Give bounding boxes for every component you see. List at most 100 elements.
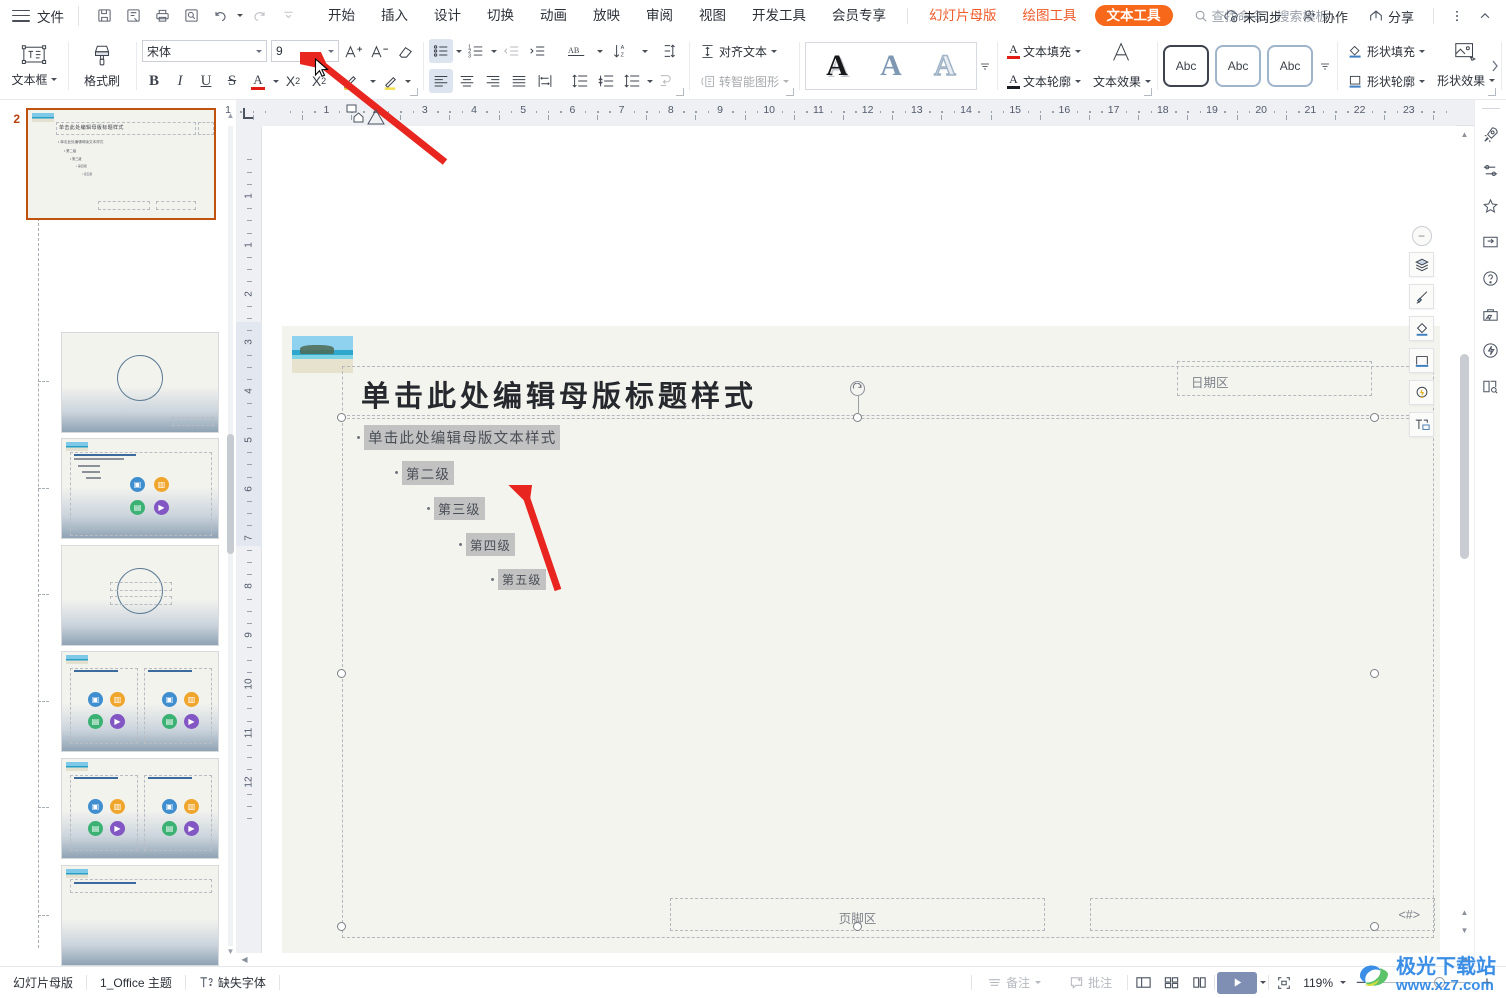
tab-transition[interactable]: 切换	[474, 0, 527, 32]
align-justify-icon[interactable]	[507, 69, 531, 93]
row-spacing-dropdown-icon[interactable]	[647, 79, 653, 83]
superscript-button[interactable]: X2	[281, 69, 305, 93]
shape-gallery-more-icon[interactable]	[1319, 42, 1331, 90]
tab-stop-selector[interactable]	[236, 100, 260, 126]
shape-style-2[interactable]: Abc	[1215, 45, 1262, 87]
tab-view[interactable]: 视图	[686, 0, 739, 32]
share-button[interactable]: 分享	[1359, 0, 1423, 32]
toolbox-icon[interactable]	[1478, 301, 1504, 327]
row-spacing-icon[interactable]	[620, 69, 644, 93]
bullet-level-2[interactable]: • 第二级	[391, 461, 455, 485]
normal-view-icon[interactable]	[1130, 971, 1156, 995]
reading-view-icon[interactable]	[1186, 971, 1212, 995]
zoom-level[interactable]: 119%	[1299, 976, 1337, 990]
text-direction-icon[interactable]: AB	[560, 39, 594, 63]
tab-review[interactable]: 审阅	[633, 0, 686, 32]
thumbnail-item-1[interactable]: 2 单击此处编辑母版标题样式 • 单击此处编辑母版文本样式 • 第二级 • 第三…	[0, 108, 216, 220]
tab-animation[interactable]: 动画	[527, 0, 580, 32]
bullet-list-icon[interactable]	[429, 39, 453, 63]
bullet-level-4[interactable]: • 第四级	[455, 533, 516, 556]
strikethrough-button[interactable]: S	[220, 69, 244, 93]
zoom-dropdown-icon[interactable]	[1340, 981, 1346, 984]
tab-text-tools[interactable]: 文本工具	[1094, 5, 1173, 26]
text-outline-button[interactable]: A 文本轮廓	[1003, 68, 1085, 94]
pen-dropdown-icon[interactable]	[370, 79, 376, 83]
grow-font-button[interactable]	[341, 39, 365, 63]
shape-effects-icon[interactable]	[1452, 39, 1480, 65]
print-icon[interactable]	[149, 4, 175, 28]
wordart-gallery[interactable]: A A A	[805, 42, 978, 90]
thumbnail-item-2[interactable]	[61, 332, 219, 433]
increase-indent-icon[interactable]	[525, 39, 549, 63]
resize-handle-tc[interactable]	[853, 413, 862, 422]
hanging-indent-marker[interactable]	[353, 112, 364, 126]
comments-button[interactable]: 批注	[1056, 974, 1125, 991]
scroll-right-icon[interactable]: ▶	[1459, 953, 1472, 966]
undo-dropdown-icon[interactable]	[237, 14, 243, 17]
scroll-thumb[interactable]	[1460, 354, 1469, 559]
sort-dropdown-icon[interactable]	[642, 49, 648, 53]
tab-drawing-tools[interactable]: 绘图工具	[1010, 0, 1090, 32]
tab-start[interactable]: 开始	[315, 0, 368, 32]
ribbon-expand-more[interactable]	[1488, 32, 1502, 100]
underline-button[interactable]: U	[194, 69, 218, 93]
font-color-button[interactable]: A	[246, 69, 270, 93]
notes-button[interactable]: 备注	[974, 974, 1054, 991]
chevron-down-icon[interactable]	[1419, 79, 1426, 83]
customize-quick-access-icon[interactable]	[275, 4, 301, 28]
format-painter-button[interactable]: 格式刷	[74, 36, 130, 96]
shape-style-1[interactable]: Abc	[1163, 45, 1210, 87]
more-vertical-icon[interactable]	[1444, 4, 1470, 28]
thumbnail-item-6[interactable]: ▣ ▥ ▤ ▶ ▣ ▥ ▤ ▶	[61, 758, 219, 859]
decrease-indent-icon[interactable]	[499, 39, 523, 63]
columns-icon[interactable]	[659, 39, 683, 63]
frame-icon[interactable]	[1409, 348, 1434, 373]
shape-style-gallery[interactable]: Abc Abc Abc	[1163, 45, 1314, 87]
sync-status-button[interactable]: 未同步	[1214, 0, 1291, 32]
align-group-expand[interactable]	[786, 88, 795, 96]
slideshow-dropdown-icon[interactable]	[1260, 981, 1267, 984]
chevron-down-icon[interactable]	[1419, 49, 1426, 53]
scroll-down-icon[interactable]: ▼	[227, 944, 235, 958]
tab-slideshow[interactable]: 放映	[580, 0, 633, 32]
lightning-icon[interactable]	[1478, 337, 1504, 363]
tab-insert[interactable]: 插入	[368, 0, 421, 32]
fill-icon[interactable]	[1409, 316, 1434, 341]
canvas-vertical-scrollbar[interactable]: ▲ ▲ ▼ ▼	[1458, 126, 1471, 966]
thumbnail-item-4[interactable]	[61, 545, 219, 646]
line-spacing-icon[interactable]	[568, 69, 592, 93]
chevron-down-icon[interactable]	[771, 49, 778, 53]
resize-handle-bc[interactable]	[853, 922, 862, 931]
resize-handle-ml[interactable]	[337, 669, 346, 678]
slide-sorter-icon[interactable]	[1158, 971, 1184, 995]
canvas-horizontal-scrollbar[interactable]: ◀ ▶	[236, 953, 1474, 966]
wordart-style-2[interactable]: A	[880, 51, 902, 81]
save-as-icon[interactable]	[120, 4, 146, 28]
date-placeholder[interactable]: 日期区	[1177, 361, 1372, 396]
chevron-down-icon[interactable]	[256, 49, 262, 53]
print-preview-icon[interactable]	[178, 4, 204, 28]
bullet-level-3[interactable]: • 第三级	[423, 497, 485, 520]
undo-icon[interactable]	[207, 4, 233, 28]
highlight-dropdown-icon[interactable]	[405, 79, 411, 83]
save-icon[interactable]	[91, 4, 117, 28]
align-right-icon[interactable]	[481, 69, 505, 93]
thumbnail-item-3[interactable]: ▣ ▥ ▤ ▶	[61, 438, 219, 539]
font-name-select[interactable]: 宋体	[142, 40, 267, 62]
scroll-left-icon[interactable]: ◀	[238, 953, 251, 966]
book-search-icon[interactable]	[1478, 373, 1504, 399]
fit-to-window-icon[interactable]	[1271, 971, 1297, 995]
clear-format-button[interactable]	[393, 39, 417, 63]
status-view-mode[interactable]: 幻灯片母版	[0, 974, 86, 991]
scroll-thumb[interactable]	[227, 434, 234, 554]
chevron-down-icon[interactable]	[328, 49, 334, 53]
body-placeholder[interactable]: • 单击此处编辑母版文本样式 • 第二级 • 第三级 • 第四级 • 第五级	[342, 418, 1434, 938]
paragraph-group-expand[interactable]	[676, 88, 684, 96]
bullet-level-5[interactable]: • 第五级	[487, 569, 546, 590]
text-shape-icon[interactable]	[1409, 412, 1434, 437]
thumbnail-preview-master[interactable]: 单击此处编辑母版标题样式 • 单击此处编辑母版文本样式 • 第二级 • 第三级 …	[26, 108, 216, 220]
highlight-button[interactable]	[378, 69, 402, 93]
wordart-style-1[interactable]: A	[826, 51, 848, 81]
help-icon[interactable]	[1478, 265, 1504, 291]
slide-canvas[interactable]: 单击此处编辑母版标题样式 日期区 • 单击此处编辑母版文本样式 • 第二级 • …	[262, 126, 1471, 977]
